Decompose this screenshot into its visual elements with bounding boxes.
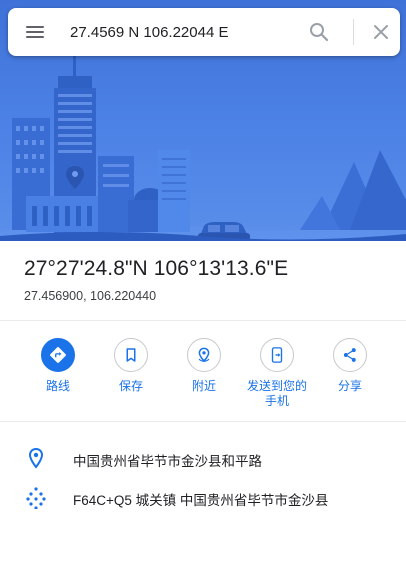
search-input[interactable] xyxy=(70,18,300,46)
plus-code-icon xyxy=(26,487,46,509)
search-bar xyxy=(8,8,400,56)
location-pin-icon xyxy=(28,447,44,469)
divider xyxy=(0,320,406,321)
nearby-button[interactable]: 附近 xyxy=(164,338,244,394)
directions-icon xyxy=(50,347,66,363)
address-text: 中国贵州省毕节市金沙县和平路 xyxy=(73,454,262,469)
search-icon xyxy=(310,23,329,42)
nearby-circle xyxy=(187,338,221,372)
menu-button[interactable] xyxy=(22,20,48,44)
share-button[interactable]: 分享 xyxy=(310,338,390,394)
share-icon xyxy=(343,348,356,362)
save-circle xyxy=(114,338,148,372)
bookmark-icon xyxy=(126,348,136,362)
place-title: 27°27'24.8"N 106°13'13.6"E xyxy=(24,257,289,280)
share-label: 分享 xyxy=(337,379,362,393)
send-to-phone-icon xyxy=(271,347,283,363)
send-to-phone-label: 发送到您的 手机 xyxy=(246,379,307,408)
directions-label: 路线 xyxy=(45,379,70,393)
send-to-phone-button[interactable]: 发送到您的 手机 xyxy=(237,338,317,409)
send-to-phone-circle xyxy=(260,338,294,372)
plus-code-text: F64C+Q5 城关镇 中国贵州省毕节市金沙县 xyxy=(73,493,329,508)
decimal-coordinates: 27.456900, 106.220440 xyxy=(24,289,157,303)
directions-button[interactable]: 路线 xyxy=(18,338,98,394)
clear-search-button[interactable] xyxy=(369,20,393,44)
directions-circle xyxy=(41,338,75,372)
share-circle xyxy=(333,338,367,372)
search-bar-divider xyxy=(353,19,354,45)
divider xyxy=(0,421,406,422)
nearby-icon xyxy=(198,347,210,362)
search-button[interactable] xyxy=(307,20,331,44)
plus-code-row[interactable]: F64C+Q5 城关镇 中国贵州省毕节市金沙县 xyxy=(0,479,406,515)
nearby-label: 附近 xyxy=(191,379,216,393)
save-button[interactable]: 保存 xyxy=(91,338,171,394)
address-row[interactable]: 中国贵州省毕节市金沙县和平路 xyxy=(0,440,406,476)
save-label: 保存 xyxy=(118,379,143,393)
close-icon xyxy=(374,25,388,39)
